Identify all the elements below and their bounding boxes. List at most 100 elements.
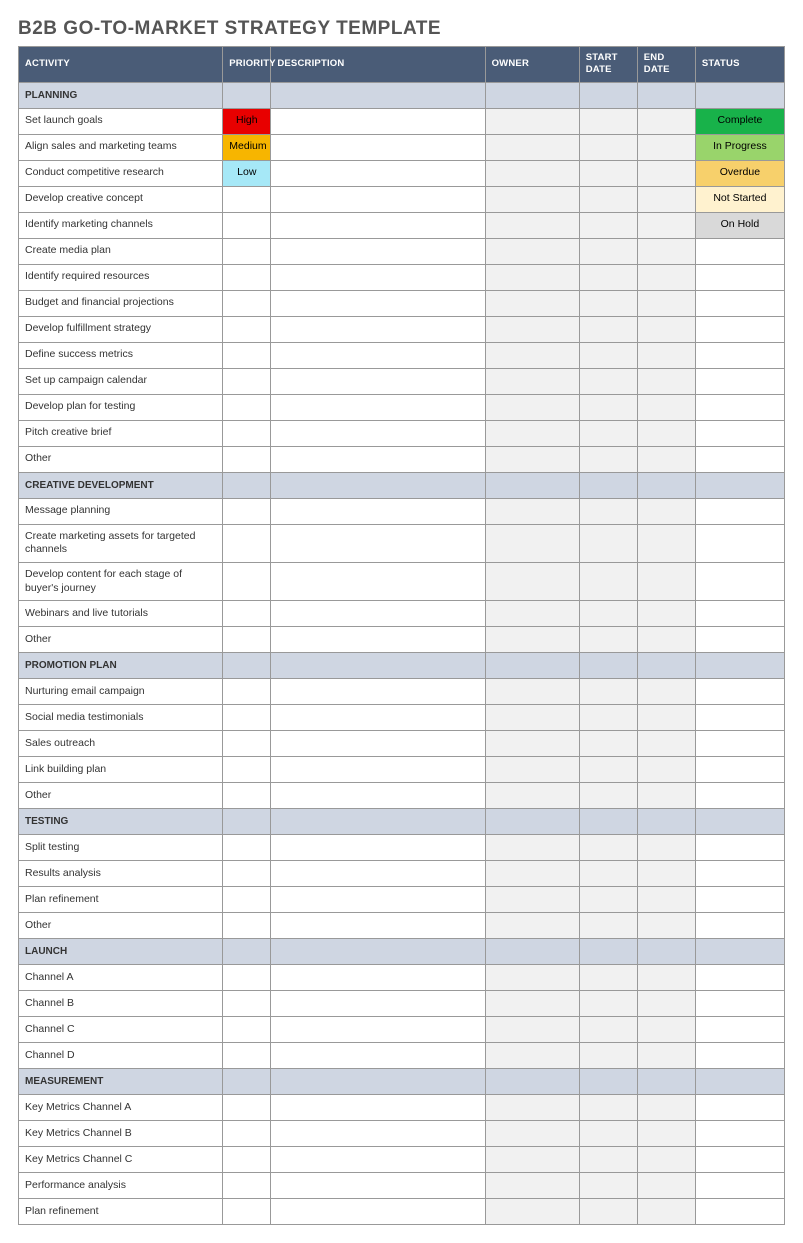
priority-cell[interactable] xyxy=(223,731,271,757)
description-cell[interactable] xyxy=(271,1173,485,1199)
priority-cell[interactable] xyxy=(223,420,271,446)
priority-cell[interactable] xyxy=(223,861,271,887)
owner-cell[interactable] xyxy=(485,420,579,446)
end-date-cell[interactable] xyxy=(637,783,695,809)
activity-cell[interactable]: Develop content for each stage of buyer'… xyxy=(19,562,223,600)
activity-cell[interactable]: Pitch creative brief xyxy=(19,420,223,446)
owner-cell[interactable] xyxy=(485,1121,579,1147)
activity-cell[interactable]: Other xyxy=(19,446,223,472)
description-cell[interactable] xyxy=(271,835,485,861)
priority-cell[interactable] xyxy=(223,1173,271,1199)
status-cell[interactable] xyxy=(695,1147,784,1173)
end-date-cell[interactable] xyxy=(637,342,695,368)
priority-cell[interactable] xyxy=(223,991,271,1017)
end-date-cell[interactable] xyxy=(637,1043,695,1069)
description-cell[interactable] xyxy=(271,238,485,264)
end-date-cell[interactable] xyxy=(637,1199,695,1225)
end-date-cell[interactable] xyxy=(637,134,695,160)
description-cell[interactable] xyxy=(271,290,485,316)
priority-cell[interactable] xyxy=(223,446,271,472)
status-cell[interactable] xyxy=(695,342,784,368)
activity-cell[interactable]: Other xyxy=(19,783,223,809)
description-cell[interactable] xyxy=(271,562,485,600)
description-cell[interactable] xyxy=(271,342,485,368)
owner-cell[interactable] xyxy=(485,679,579,705)
start-date-cell[interactable] xyxy=(579,601,637,627)
owner-cell[interactable] xyxy=(485,991,579,1017)
start-date-cell[interactable] xyxy=(579,679,637,705)
owner-cell[interactable] xyxy=(485,368,579,394)
activity-cell[interactable]: Link building plan xyxy=(19,757,223,783)
status-cell[interactable] xyxy=(695,835,784,861)
priority-cell[interactable] xyxy=(223,679,271,705)
owner-cell[interactable] xyxy=(485,861,579,887)
start-date-cell[interactable] xyxy=(579,913,637,939)
owner-cell[interactable] xyxy=(485,887,579,913)
activity-cell[interactable]: Develop fulfillment strategy xyxy=(19,316,223,342)
description-cell[interactable] xyxy=(271,913,485,939)
description-cell[interactable] xyxy=(271,108,485,134)
activity-cell[interactable]: Performance analysis xyxy=(19,1173,223,1199)
status-cell[interactable]: Not Started xyxy=(695,186,784,212)
end-date-cell[interactable] xyxy=(637,601,695,627)
description-cell[interactable] xyxy=(271,887,485,913)
priority-cell[interactable] xyxy=(223,783,271,809)
priority-cell[interactable] xyxy=(223,913,271,939)
start-date-cell[interactable] xyxy=(579,264,637,290)
owner-cell[interactable] xyxy=(485,264,579,290)
start-date-cell[interactable] xyxy=(579,524,637,562)
owner-cell[interactable] xyxy=(485,394,579,420)
start-date-cell[interactable] xyxy=(579,1121,637,1147)
status-cell[interactable] xyxy=(695,627,784,653)
start-date-cell[interactable] xyxy=(579,1147,637,1173)
start-date-cell[interactable] xyxy=(579,342,637,368)
start-date-cell[interactable] xyxy=(579,290,637,316)
description-cell[interactable] xyxy=(271,991,485,1017)
end-date-cell[interactable] xyxy=(637,420,695,446)
description-cell[interactable] xyxy=(271,524,485,562)
start-date-cell[interactable] xyxy=(579,562,637,600)
status-cell[interactable] xyxy=(695,498,784,524)
end-date-cell[interactable] xyxy=(637,264,695,290)
status-cell[interactable] xyxy=(695,1121,784,1147)
description-cell[interactable] xyxy=(271,264,485,290)
start-date-cell[interactable] xyxy=(579,965,637,991)
status-cell[interactable] xyxy=(695,705,784,731)
activity-cell[interactable]: Identify required resources xyxy=(19,264,223,290)
activity-cell[interactable]: Identify marketing channels xyxy=(19,212,223,238)
status-cell[interactable]: Complete xyxy=(695,108,784,134)
priority-cell[interactable] xyxy=(223,757,271,783)
end-date-cell[interactable] xyxy=(637,1173,695,1199)
description-cell[interactable] xyxy=(271,368,485,394)
end-date-cell[interactable] xyxy=(637,160,695,186)
priority-cell[interactable] xyxy=(223,342,271,368)
status-cell[interactable] xyxy=(695,965,784,991)
start-date-cell[interactable] xyxy=(579,394,637,420)
description-cell[interactable] xyxy=(271,420,485,446)
activity-cell[interactable]: Channel D xyxy=(19,1043,223,1069)
owner-cell[interactable] xyxy=(485,731,579,757)
status-cell[interactable] xyxy=(695,1043,784,1069)
owner-cell[interactable] xyxy=(485,446,579,472)
end-date-cell[interactable] xyxy=(637,627,695,653)
owner-cell[interactable] xyxy=(485,627,579,653)
status-cell[interactable] xyxy=(695,783,784,809)
start-date-cell[interactable] xyxy=(579,134,637,160)
status-cell[interactable] xyxy=(695,1017,784,1043)
status-cell[interactable] xyxy=(695,1173,784,1199)
owner-cell[interactable] xyxy=(485,1199,579,1225)
end-date-cell[interactable] xyxy=(637,757,695,783)
priority-cell[interactable] xyxy=(223,316,271,342)
end-date-cell[interactable] xyxy=(637,679,695,705)
priority-cell[interactable] xyxy=(223,186,271,212)
owner-cell[interactable] xyxy=(485,1147,579,1173)
owner-cell[interactable] xyxy=(485,562,579,600)
status-cell[interactable] xyxy=(695,601,784,627)
start-date-cell[interactable] xyxy=(579,212,637,238)
description-cell[interactable] xyxy=(271,212,485,238)
activity-cell[interactable]: Set launch goals xyxy=(19,108,223,134)
activity-cell[interactable]: Align sales and marketing teams xyxy=(19,134,223,160)
owner-cell[interactable] xyxy=(485,238,579,264)
end-date-cell[interactable] xyxy=(637,316,695,342)
description-cell[interactable] xyxy=(271,1121,485,1147)
